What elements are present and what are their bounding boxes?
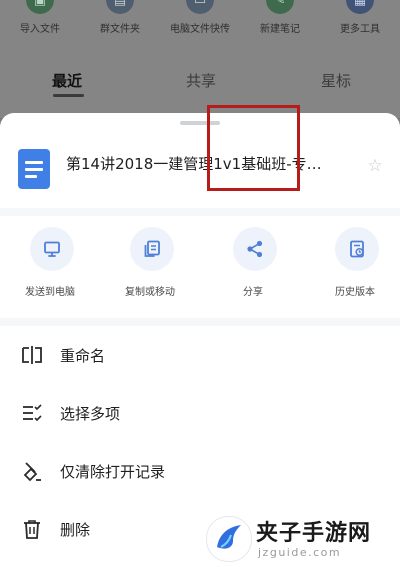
section-divider [0,318,400,326]
action-label: 历史版本 [335,287,375,298]
quick-actions-bar: ▣ 导入文件 ▤ 群文件夹 ▭ 电脑文件快传 ✎ 新建笔记 ▦ 更多工具 [0,0,400,44]
quick-action-new-note[interactable]: ✎ 新建笔记 [240,0,320,44]
quick-action-label: 导入文件 [20,24,60,35]
watermark-logo [206,516,252,562]
file-action-sheet: 第14讲2018一建管理1v1基础班-专… ☆ 发送到电脑 复制或移动 分享 历… [0,113,400,567]
import-icon: ▣ [26,0,54,14]
watermark-subtitle: jzguide.com [258,546,342,559]
more-tools-icon: ▦ [346,0,374,14]
menu-label: 选择多项 [60,405,121,423]
action-label: 复制或移动 [125,287,175,298]
send-to-computer-button[interactable]: 发送到电脑 [0,219,100,307]
rename-icon [18,341,46,369]
active-tab-indicator [53,94,84,97]
multi-select-menu-item[interactable]: 选择多项 [0,385,400,441]
quick-action-label: 更多工具 [340,24,380,35]
file-tabs: 最近 共享 星标 [0,60,400,104]
tab-recent[interactable]: 最近 [52,70,82,91]
group-folder-icon: ▤ [106,0,134,14]
menu-label: 仅清除打开记录 [60,463,166,481]
file-header: 第14讲2018一建管理1v1基础班-专… ☆ [0,141,400,199]
quick-action-label: 新建笔记 [260,24,300,35]
document-icon [18,149,50,189]
quick-action-label: 电脑文件快传 [170,24,230,35]
quick-action-import[interactable]: ▣ 导入文件 [0,0,80,44]
share-icon [233,227,277,271]
trash-icon [18,515,46,543]
clear-open-record-menu-item[interactable]: 仅清除打开记录 [0,443,400,499]
rename-menu-item[interactable]: 重命名 [0,327,400,383]
tab-starred[interactable]: 星标 [321,70,351,91]
share-highlight-box [207,105,300,191]
watermark-title: 夹子手游网 [256,521,372,546]
history-icon [335,227,379,271]
history-version-button[interactable]: 历史版本 [305,219,400,307]
section-divider [0,208,400,216]
clear-record-icon [18,457,46,485]
new-note-icon: ✎ [266,0,294,14]
quick-action-label: 群文件夹 [100,24,140,35]
quick-action-computer-transfer[interactable]: ▭ 电脑文件快传 [160,0,240,44]
multi-select-icon [18,399,46,427]
quick-action-more-tools[interactable]: ▦ 更多工具 [320,0,400,44]
computer-transfer-icon: ▭ [186,0,214,14]
menu-label: 重命名 [60,347,106,365]
action-label: 发送到电脑 [25,287,75,298]
quick-action-group-folder[interactable]: ▤ 群文件夹 [80,0,160,44]
share-actions-row: 发送到电脑 复制或移动 分享 历史版本 [0,219,400,307]
copy-icon [130,227,174,271]
copy-or-move-button[interactable]: 复制或移动 [100,219,200,307]
menu-label: 删除 [60,521,91,539]
action-label: 分享 [243,287,263,298]
tab-shared[interactable]: 共享 [186,70,216,91]
computer-icon [30,227,74,271]
share-button[interactable]: 分享 [203,219,303,307]
star-icon[interactable]: ☆ [366,157,384,175]
site-watermark: 夹子手游网 jzguide.com [206,511,396,567]
